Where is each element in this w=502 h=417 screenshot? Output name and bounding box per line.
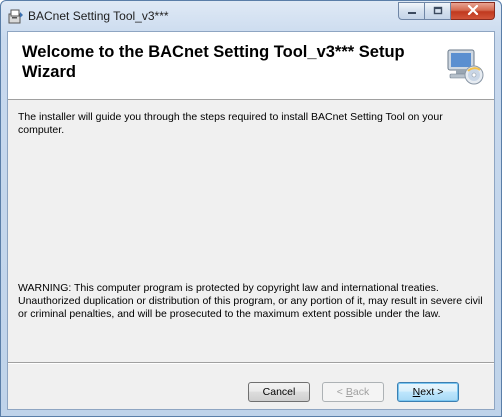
next-button-accel: N	[412, 386, 421, 398]
minimize-icon	[407, 2, 417, 20]
copyright-warning: WARNING: This computer program is protec…	[18, 282, 483, 320]
wizard-client-area: Welcome to the BACnet Setting Tool_v3***…	[7, 31, 495, 410]
back-button[interactable]: < Back	[322, 382, 384, 402]
close-button[interactable]	[451, 2, 495, 20]
back-button-accel: B	[345, 386, 353, 398]
minimize-button[interactable]	[398, 2, 425, 20]
intro-description: The installer will guide you through the…	[18, 111, 443, 136]
next-button-label: ext >	[420, 386, 444, 398]
page-title: Welcome to the BACnet Setting Tool_v3***…	[22, 43, 405, 81]
maximize-button[interactable]	[425, 2, 451, 20]
back-button-prefix: <	[336, 386, 346, 398]
back-button-label: ack	[352, 386, 370, 398]
wizard-banner: Welcome to the BACnet Setting Tool_v3***…	[8, 32, 494, 100]
title-bar[interactable]: BACnet Setting Tool_v3***	[1, 1, 501, 31]
caption-buttons	[398, 2, 495, 21]
window-title: BACnet Setting Tool_v3***	[28, 9, 169, 23]
close-icon	[467, 2, 479, 20]
setup-cd-computer-icon	[444, 46, 484, 86]
installer-window: BACnet Setting Tool_v3*** Welcome to the…	[0, 0, 502, 417]
maximize-icon	[433, 2, 443, 20]
cancel-button[interactable]: Cancel	[248, 382, 310, 402]
button-separator	[8, 362, 494, 364]
installer-icon	[8, 8, 24, 24]
next-button[interactable]: Next >	[397, 382, 459, 402]
